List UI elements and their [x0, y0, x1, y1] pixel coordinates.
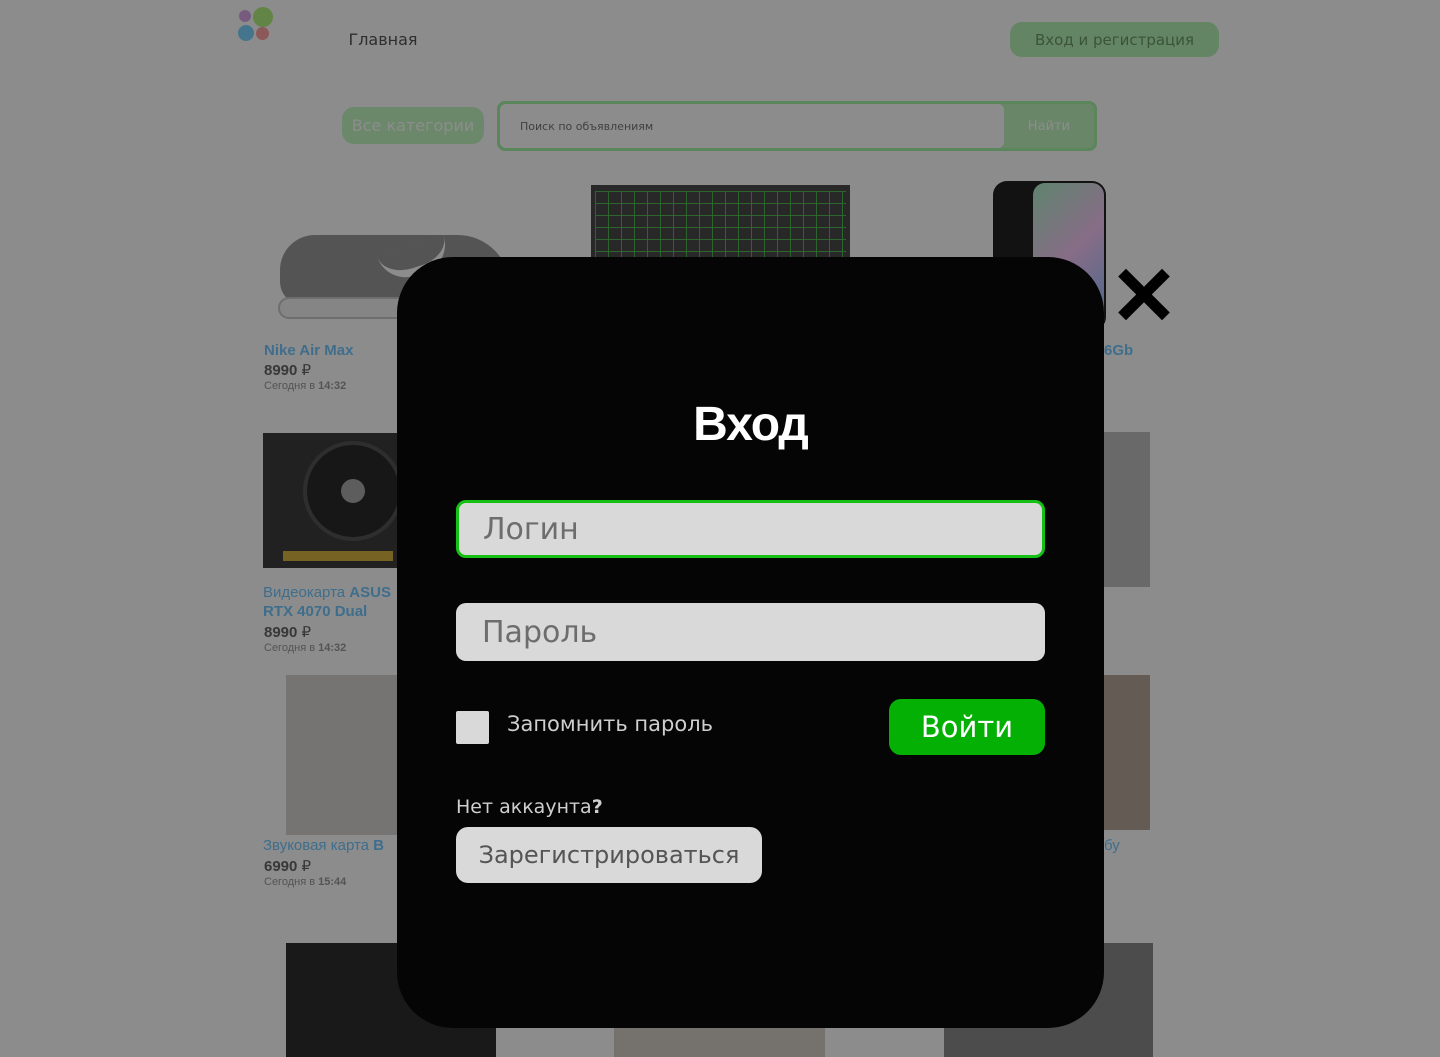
- login-field[interactable]: [456, 500, 1045, 558]
- login-button[interactable]: Войти: [889, 699, 1045, 755]
- modal-title: Вход: [693, 398, 809, 451]
- no-account-mark: ?: [591, 796, 603, 818]
- login-modal: Вход Запомнить пароль Войти Нет аккаунта…: [397, 257, 1104, 1028]
- remember-password-checkbox[interactable]: [456, 711, 489, 744]
- no-account-label: Нет аккаунта: [456, 796, 592, 818]
- close-icon[interactable]: [1113, 263, 1175, 325]
- password-field[interactable]: [456, 603, 1045, 661]
- no-account-text: Нет аккаунта?: [456, 796, 603, 818]
- remember-password-label[interactable]: Запомнить пароль: [507, 712, 713, 736]
- register-button[interactable]: Зарегистрироваться: [456, 827, 762, 883]
